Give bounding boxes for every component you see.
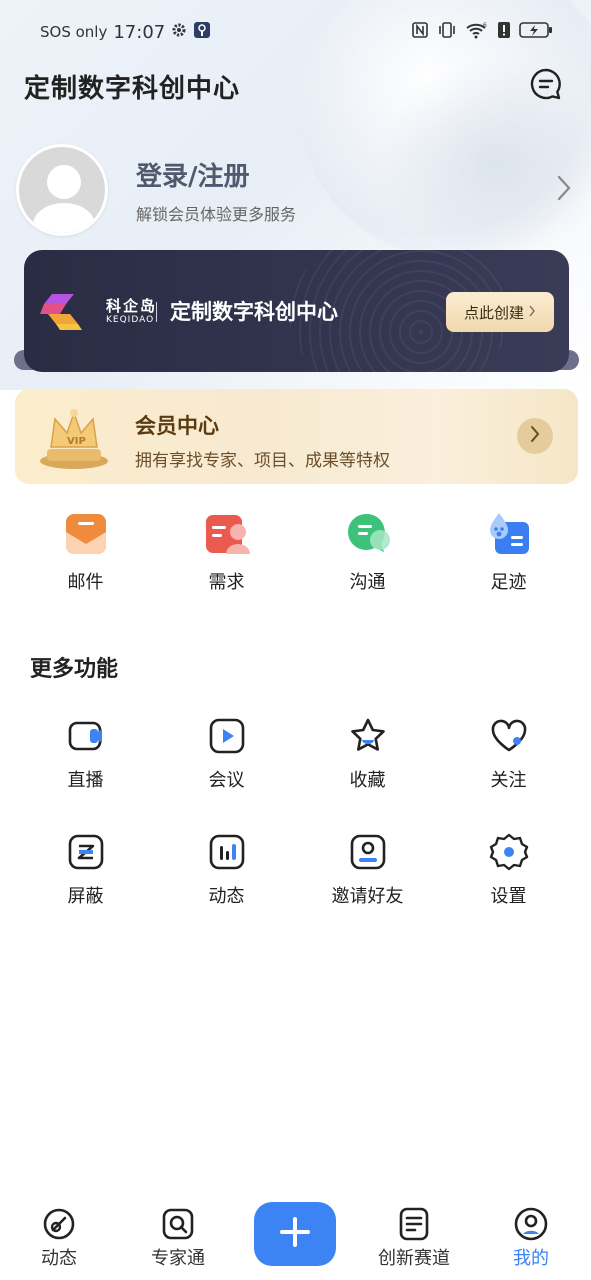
status-bar: SOS only 17:07 6 [0,0,591,64]
member-center-subtitle: 拥有享找专家、项目、成果等特权 [135,451,390,471]
profile-icon [513,1206,549,1242]
create-button[interactable]: 点此创建 [446,292,554,332]
bottom-tab-bar: 动态 专家通 创新赛道 我的 [0,1192,591,1280]
profile-subtitle: 解锁会员体验更多服务 [136,204,297,224]
top-header: 定制数字科创中心 [24,66,564,106]
more-functions-title: 更多功能 [30,657,119,682]
chat-icon [344,510,392,558]
function-label: 设置 [490,886,527,907]
svg-text:VIP: VIP [67,436,86,447]
quick-action-footprint[interactable]: 足迹 [438,510,579,600]
tab-profile[interactable]: 我的 [476,1206,586,1270]
quick-action-chat[interactable]: 沟通 [297,510,438,600]
function-live[interactable]: 直播 [15,716,156,792]
profile-login-row[interactable]: 登录/注册 解锁会员体验更多服务 [16,142,576,238]
function-follow[interactable]: 关注 [438,716,579,792]
quick-action-label: 沟通 [349,572,386,593]
tab-label: 创新赛道 [378,1248,450,1269]
tab-label: 动态 [41,1248,77,1269]
app-notification-icon [193,21,211,43]
avatar[interactable] [16,144,108,236]
tab-label: 我的 [513,1248,549,1269]
create-plus-button[interactable] [254,1202,336,1266]
message-bubble-icon [529,67,563,105]
function-label: 邀请好友 [331,886,404,907]
quick-actions: 邮件 需求 沟通 足迹 [0,510,591,600]
tab-feed[interactable]: 动态 [4,1206,114,1270]
plus-icon [279,1216,311,1252]
activity-chart-icon [207,832,247,872]
nfc-icon [411,21,429,43]
login-register-link[interactable]: 登录/注册 [136,156,296,193]
block-icon [66,832,106,872]
gear-icon [171,22,187,42]
chevron-right-icon [529,425,541,447]
function-settings[interactable]: 设置 [438,832,579,908]
heart-icon [489,716,529,756]
message-button[interactable] [528,68,564,104]
member-center-card[interactable]: VIP 会员中心 拥有享找专家、项目、成果等特权 [15,389,578,484]
brand-name-cn: 科企岛 [106,297,158,315]
feed-icon [41,1206,77,1242]
demand-icon [203,510,251,558]
wifi-6-icon: 6 [465,21,489,43]
innovation-track-icon [396,1206,432,1242]
member-center-title: 会员中心 [135,414,219,438]
quick-action-label: 需求 [208,572,245,593]
footprint-icon [485,510,533,558]
quick-action-demand[interactable]: 需求 [156,510,297,600]
function-label: 直播 [67,770,104,791]
page-title: 定制数字科创中心 [24,73,241,104]
tab-innovation-track[interactable]: 创新赛道 [359,1206,469,1270]
create-button-label: 点此创建 [463,303,524,322]
mail-icon [62,510,110,558]
function-label: 动态 [208,886,245,907]
function-meeting[interactable]: 会议 [156,716,297,792]
function-label: 会议 [208,770,245,791]
carrier-text: SOS only [40,23,108,41]
member-center-arrow-button[interactable] [517,418,553,454]
tab-expert[interactable]: 专家通 [123,1206,233,1270]
battery-charging-icon [519,21,553,43]
banner-title: 定制数字科创中心 [170,300,338,324]
chevron-right-icon [556,174,572,206]
invite-friend-icon [348,832,388,872]
expert-search-icon [160,1206,196,1242]
function-invite-friend[interactable]: 邀请好友 [297,832,438,908]
create-center-banner[interactable]: 科企岛 KEQIDAO 定制数字科创中心 点此创建 [24,250,569,372]
live-camera-icon [66,716,106,756]
chevron-right-icon [528,303,536,321]
clock: 17:07 [113,21,166,43]
tab-label: 专家通 [151,1248,205,1269]
banner-divider [156,302,157,322]
quick-action-mail[interactable]: 邮件 [15,510,156,600]
alert-icon [497,21,511,43]
function-label: 关注 [490,770,527,791]
function-label: 收藏 [349,770,386,791]
settings-gear-icon [489,832,529,872]
vip-crown-icon: VIP [29,399,119,475]
quick-action-label: 邮件 [67,572,104,593]
function-label: 屏蔽 [67,886,104,907]
quick-action-label: 足迹 [490,572,527,593]
meeting-play-icon [207,716,247,756]
function-block[interactable]: 屏蔽 [15,832,156,908]
brand-name-en: KEQIDAO [106,315,155,325]
more-functions-grid: 直播 会议 收藏 关注 屏蔽 动态 邀请好友 设置 [15,716,579,908]
keqidao-logo-icon [40,292,86,332]
vibrate-icon [437,21,457,43]
function-favorites[interactable]: 收藏 [297,716,438,792]
star-icon [348,716,388,756]
svg-text:6: 6 [483,22,487,29]
function-activity[interactable]: 动态 [156,832,297,908]
